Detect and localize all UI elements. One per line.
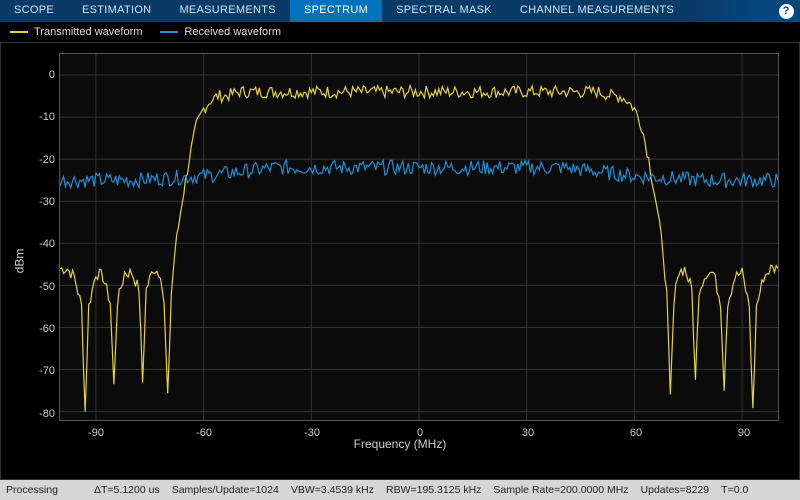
plot-canvas[interactable] [59,53,779,421]
status-updates: Updates=8229 [641,484,710,496]
y-tick-label: -10 [1,111,55,123]
status-sample-rate: Sample Rate=200.0000 MHz [493,484,628,496]
x-tick-label: 30 [522,427,534,439]
y-tick-label: -80 [1,408,55,420]
status-time: T=0.0 [721,484,748,496]
tab-spectrum[interactable]: SPECTRUM [290,0,382,22]
y-tick-label: -60 [1,323,55,335]
status-bar: Processing ΔT=5.1200 us Samples/Update=1… [0,480,800,500]
x-tick-label: 0 [417,427,423,439]
status-processing: Processing [6,484,82,496]
status-samples-per-update: Samples/Update=1024 [172,484,279,496]
y-tick-label: -30 [1,196,55,208]
y-tick-label: -50 [1,281,55,293]
plot-svg [60,54,778,420]
legend-item-transmitted[interactable]: Transmitted waveform [10,26,142,38]
x-tick-label: 90 [738,427,750,439]
tabbar-spacer [688,0,772,22]
tab-measurements[interactable]: MEASUREMENTS [165,0,290,22]
y-tick-label: -70 [1,365,55,377]
x-axis-label: Frequency (MHz) [354,437,447,451]
x-tick-label: -60 [196,427,212,439]
tab-bar: SCOPE ESTIMATION MEASUREMENTS SPECTRUM S… [0,0,800,22]
x-tick-label: -30 [304,427,320,439]
legend-label: Received waveform [184,26,281,38]
chart-area: dBm Frequency (MHz) 0 -10 -20 -30 -40 -50 -60 -… [0,42,800,480]
tab-channel-measurements[interactable]: CHANNEL MEASUREMENTS [506,0,688,22]
status-rbw: RBW=195.3125 kHz [386,484,481,496]
help-icon: ? [779,4,794,19]
y-axis-label: dBm [12,249,26,274]
legend: Transmitted waveform Received waveform [0,22,800,42]
tab-spectral-mask[interactable]: SPECTRAL MASK [382,0,506,22]
help-button[interactable]: ? [772,0,800,22]
x-tick-label: -90 [88,427,104,439]
legend-item-received[interactable]: Received waveform [160,26,281,38]
status-vbw: VBW=3.4539 kHz [291,484,374,496]
tab-estimation[interactable]: ESTIMATION [68,0,165,22]
y-tick-label: -20 [1,154,55,166]
legend-swatch-received [160,31,178,33]
status-dt: ΔT=5.1200 us [94,484,160,496]
y-tick-label: -40 [1,238,55,250]
y-tick-label: 0 [1,69,55,81]
legend-swatch-transmitted [10,31,28,33]
tab-scope[interactable]: SCOPE [0,0,68,22]
legend-label: Transmitted waveform [34,26,142,38]
x-tick-label: 60 [630,427,642,439]
